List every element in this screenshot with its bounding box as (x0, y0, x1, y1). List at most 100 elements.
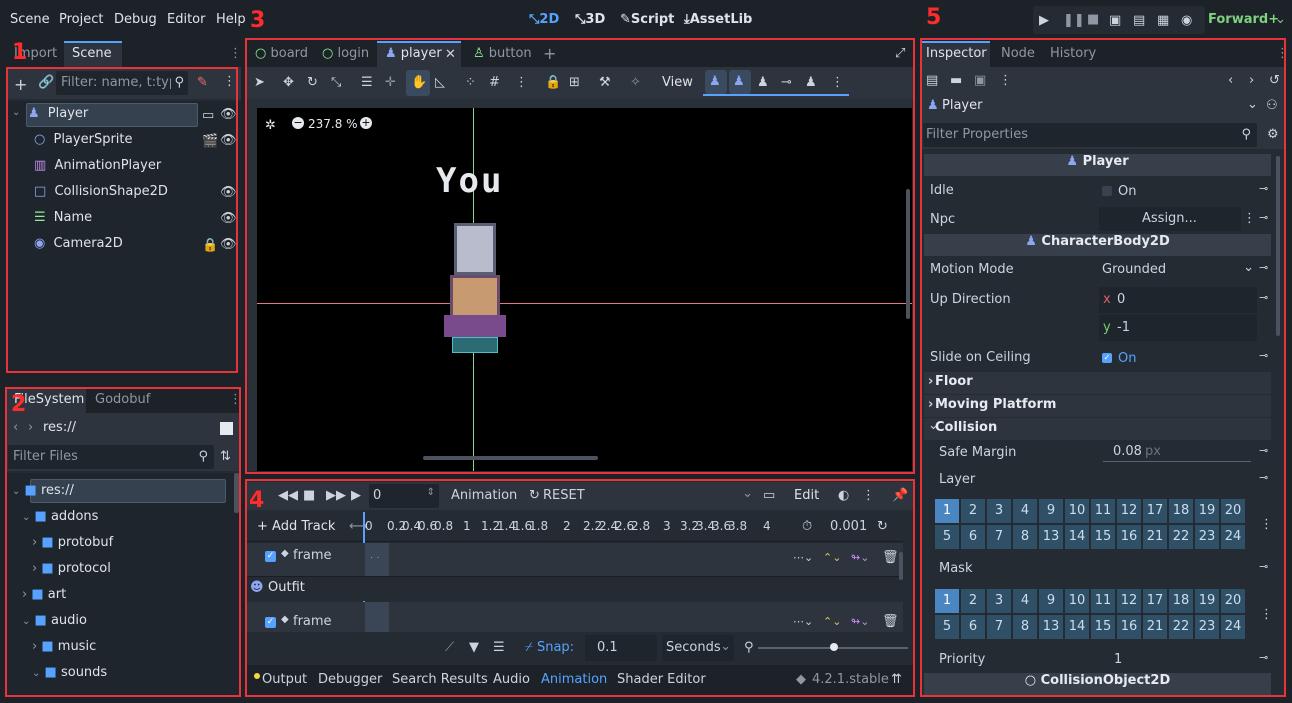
script-attach-icon[interactable]: ✎ (197, 75, 208, 90)
group-floor[interactable]: › Floor (924, 372, 1271, 394)
layer-cell[interactable]: 1 (935, 499, 959, 523)
snap-value-field[interactable]: 0.1 (585, 635, 657, 661)
key-options-icon[interactable]: ⋮ (831, 75, 844, 90)
motion-mode-select[interactable]: Grounded ⌄ (1098, 258, 1258, 282)
view-menu[interactable]: View (662, 75, 693, 90)
group-collision[interactable]: ⌄ Collision (924, 418, 1271, 440)
lock-icon[interactable]: 🔒 (202, 238, 218, 253)
mask-cell[interactable]: 11 (1091, 589, 1115, 613)
play-icon[interactable]: ▶ (351, 488, 361, 503)
layer-cell[interactable]: 5 (935, 525, 959, 549)
stop-icon[interactable]: ■ (1087, 12, 1099, 27)
more-icon[interactable]: ⋮ (229, 392, 242, 407)
animation-select[interactable]: ↻ RESET ⌄ (525, 484, 755, 508)
revert-icon[interactable]: ⊸ (1259, 211, 1268, 224)
mode-assetlib-button[interactable]: ⤓AssetLib (684, 12, 752, 27)
layer-cell[interactable]: 7 (987, 525, 1011, 549)
loop-wrap-icon[interactable]: ↬⌄ (851, 615, 869, 628)
renderer-select[interactable]: Forward+ (1208, 12, 1279, 27)
zoom-out-icon[interactable]: − (292, 117, 304, 129)
trash-icon[interactable]: 🗑 (882, 614, 899, 629)
checkbox-icon[interactable]: ✓ (265, 551, 276, 562)
split-icon[interactable] (220, 422, 233, 435)
mask-cell[interactable]: 15 (1091, 615, 1115, 639)
mask-cell[interactable]: 17 (1143, 589, 1167, 613)
tab-output[interactable]: Output (262, 672, 307, 687)
tab-godobuf[interactable]: Godobuf (95, 392, 150, 407)
keyframe-region[interactable]: · · (365, 543, 389, 576)
play-custom-icon[interactable]: ▦ (1157, 13, 1169, 28)
remote-debug-icon[interactable]: ▣ (1109, 13, 1121, 28)
layer-cell[interactable]: 24 (1221, 525, 1245, 549)
slide-checkbox[interactable]: ✓ (1102, 353, 1112, 363)
checkbox-icon[interactable]: ✓ (265, 617, 276, 628)
play-from-start-icon[interactable]: ▶▶ (326, 488, 346, 503)
mask-cell[interactable]: 20 (1221, 589, 1245, 613)
pin-icon[interactable]: 📌 (892, 488, 908, 503)
track-row-frame-2[interactable]: ✓ ◆ frame ⋯⌄ ⌃⌄ ↬⌄ 🗑 (245, 602, 903, 632)
tab-shader-editor[interactable]: Shader Editor (617, 672, 706, 687)
tab-board[interactable]: ○ board (255, 46, 308, 61)
mode-2d-button[interactable]: ⤡2D (529, 12, 559, 27)
curve-icon[interactable]: ⌃⌄ (823, 615, 841, 628)
idle-checkbox[interactable] (1102, 186, 1112, 196)
mask-cell[interactable]: 10 (1065, 589, 1089, 613)
layer-cell[interactable]: 19 (1195, 499, 1219, 523)
mask-cell[interactable]: 1 (935, 589, 959, 613)
snap-toggle[interactable]: ⌿ Snap: (525, 640, 574, 655)
tab-audio[interactable]: Audio (493, 672, 530, 687)
folder-protocol[interactable]: › ■ protocol (32, 561, 111, 587)
timer-icon[interactable]: ⏱ (802, 519, 812, 534)
tab-history[interactable]: History (1050, 46, 1096, 61)
list-select-icon[interactable]: ☰ (361, 75, 373, 90)
layer-cell[interactable]: 2 (961, 499, 985, 523)
snap-unit-select[interactable]: Seconds ⌄ (662, 635, 734, 661)
interp-icon[interactable]: ⋯⌄ (793, 551, 813, 564)
clapper-icon[interactable]: 🎬 (202, 134, 218, 149)
history-icon[interactable]: ↺ (1269, 73, 1280, 88)
filter-files-input[interactable]: Filter Files ⚲ (8, 445, 214, 469)
filter-properties-input[interactable]: Filter Properties ⚲ (923, 123, 1257, 147)
mask-cell[interactable]: 24 (1221, 615, 1245, 639)
mask-cell[interactable]: 9 (1039, 589, 1063, 613)
more-icon[interactable]: ⋮ (1260, 607, 1273, 622)
revert-icon[interactable]: ⊸ (1259, 444, 1268, 457)
revert-icon[interactable]: ⊸ (1259, 182, 1268, 195)
forward-icon[interactable]: › (28, 420, 33, 435)
edit-menu[interactable]: Edit (794, 488, 819, 503)
layer-grid[interactable]: 1 2 3 4 5 6 7 8 9 10 11 12 13 14 15 16 1… (935, 499, 1245, 549)
mask-cell[interactable]: 6 (961, 615, 985, 639)
tree-node-animationplayer[interactable]: ▥ AnimationPlayer (34, 158, 214, 184)
mode-script-button[interactable]: ✎Script (620, 12, 674, 27)
pivot-icon[interactable]: ✛ (385, 75, 396, 90)
mask-cell[interactable]: 14 (1065, 615, 1089, 639)
menu-scene[interactable]: Scene (10, 12, 50, 27)
animation-menu[interactable]: Animation (451, 488, 517, 503)
fullscreen-icon[interactable]: ⤢ (895, 46, 905, 61)
layer-cell[interactable]: 13 (1039, 525, 1063, 549)
add-track-button[interactable]: + Add Track (257, 519, 335, 534)
priority-field[interactable]: 1 (1114, 652, 1122, 667)
visibility-icon[interactable]: 👁 (220, 133, 237, 148)
key-scale-icon[interactable]: ♟ (757, 75, 769, 90)
tab-inspector[interactable]: Inspector (921, 41, 990, 67)
path-field[interactable]: res:// (43, 420, 76, 435)
close-icon[interactable]: ✕ (445, 47, 456, 62)
mask-cell[interactable]: 13 (1039, 615, 1063, 639)
vertical-scrollbar[interactable] (906, 189, 910, 319)
pause-icon[interactable]: ❚❚ (1063, 13, 1085, 28)
script-icon[interactable]: ▭ (202, 108, 214, 123)
track-row-frame[interactable]: ✓ ◆ frame · · ⋯⌄ ⌃⌄ ↬⌄ 🗑 (245, 543, 903, 577)
tree-node-camera2d[interactable]: ◉ Camera2D (34, 236, 194, 262)
key-icon[interactable]: ⊸ (781, 75, 792, 90)
menu-editor[interactable]: Editor (167, 12, 205, 27)
mask-cell[interactable]: 16 (1117, 615, 1141, 639)
folder-music[interactable]: › ■ music (32, 639, 96, 665)
tab-player[interactable]: ♟ player ✕ (377, 41, 461, 67)
tab-button[interactable]: ♙ button (473, 46, 532, 61)
insert-key-icon[interactable]: ♟ (805, 75, 817, 90)
list-icon[interactable]: ☰ (493, 640, 505, 655)
curve-icon[interactable]: ⌃⌄ (823, 551, 841, 564)
filter-icon[interactable]: ▼ (469, 640, 479, 655)
key-position-button[interactable]: ♟ (705, 70, 727, 94)
